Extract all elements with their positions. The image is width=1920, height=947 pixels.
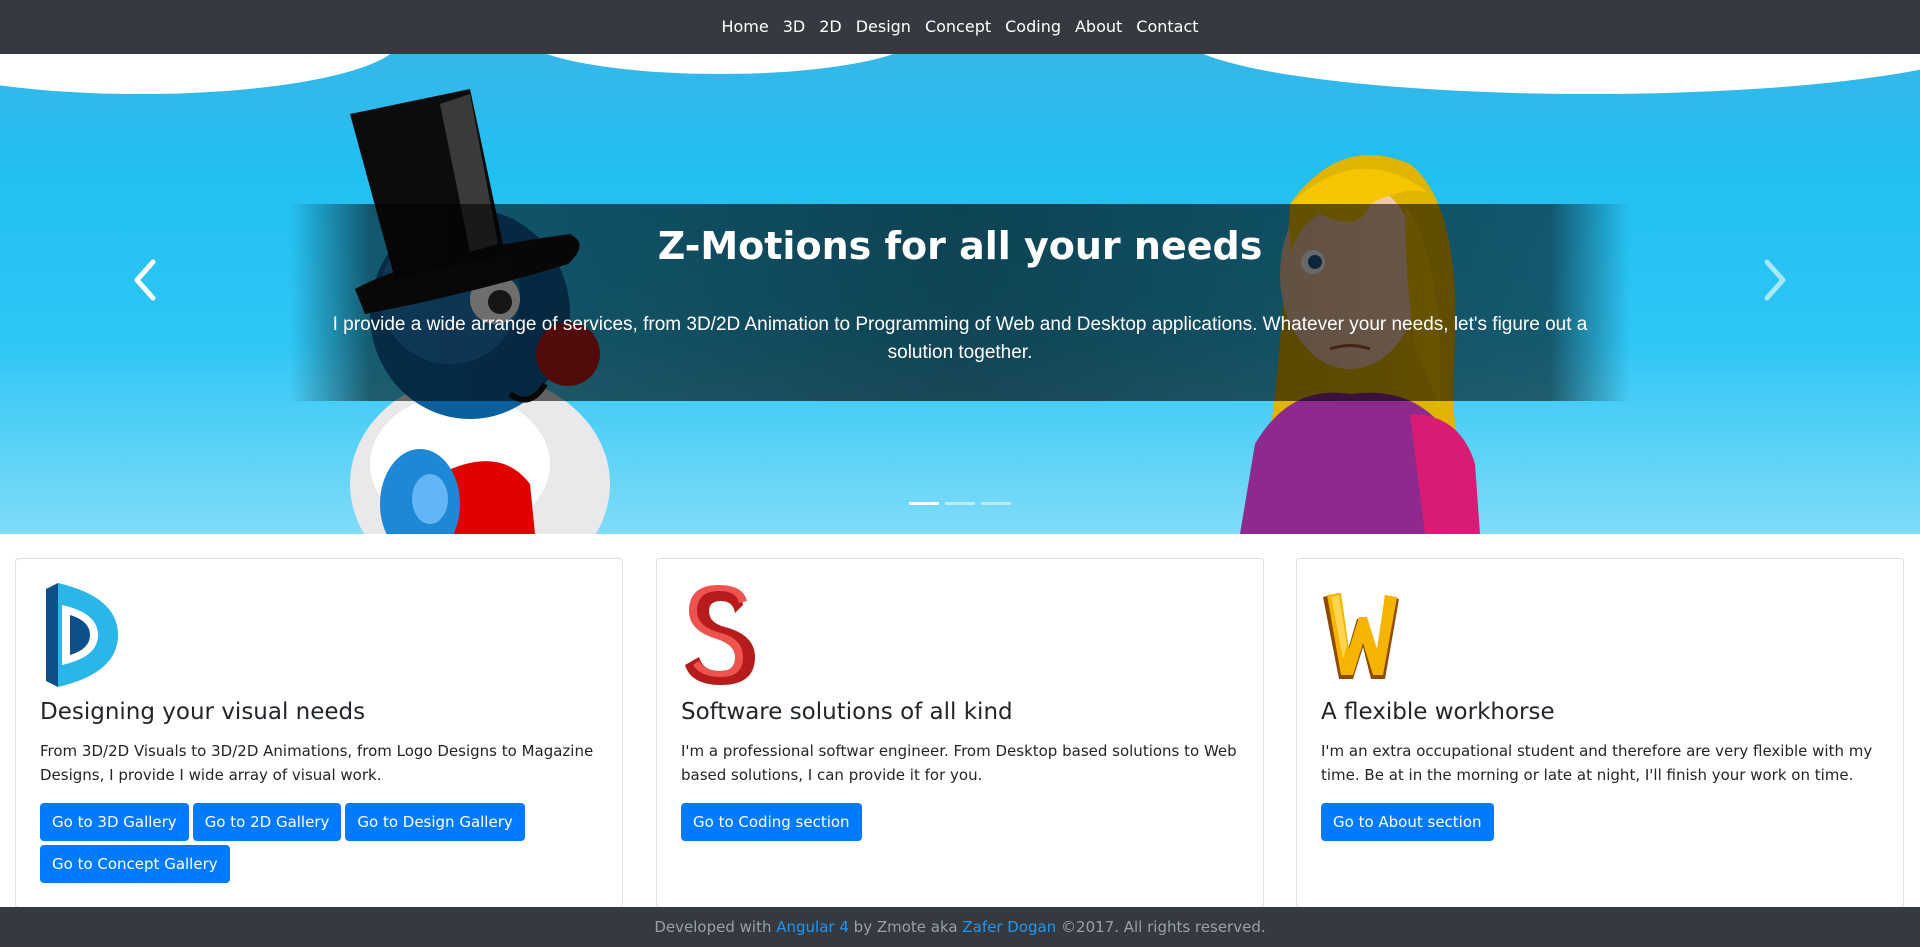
card-title: Software solutions of all kind [681, 699, 1013, 725]
workhorse-card: A flexible workhorse I'm an extra occupa… [1296, 558, 1904, 908]
footer-prefix: Developed with [654, 918, 772, 936]
card-title: Designing your visual needs [40, 699, 366, 725]
go-to-design-gallery-button[interactable]: Go to Design Gallery [345, 803, 525, 841]
button-group: Go to 3D Gallery Go to 2D Gallery Go to … [40, 803, 600, 887]
angular-link[interactable]: Angular 4 [776, 918, 849, 936]
carousel-indicator-1[interactable] [909, 502, 939, 505]
nav-design[interactable]: Design [856, 0, 911, 54]
top-navbar: Home 3D 2D Design Concept Coding About C… [0, 0, 1920, 54]
button-group: Go to Coding section [681, 803, 1241, 845]
footer: Developed with Angular 4 by Zmote aka Za… [0, 907, 1920, 947]
carousel-prev-button[interactable] [125, 250, 165, 310]
card-text: I'm an extra occupational student and th… [1321, 742, 1873, 784]
carousel-next-button[interactable] [1755, 250, 1795, 310]
hero-title: Z-Motions for all your needs [657, 224, 1263, 268]
design-card: Designing your visual needs From 3D/2D V… [15, 558, 623, 908]
go-to-coding-section-button[interactable]: Go to Coding section [681, 803, 862, 841]
letter-d-logo [46, 583, 118, 687]
footer-copyright: ©2017. All rights reserved. [1061, 918, 1266, 936]
author-link[interactable]: Zafer Dogan [962, 918, 1056, 936]
chevron-left-icon [134, 259, 156, 301]
nav-concept[interactable]: Concept [925, 0, 991, 54]
chevron-right-icon [1764, 259, 1786, 301]
card-text: From 3D/2D Visuals to 3D/2D Animations, … [40, 742, 594, 784]
nav-2d[interactable]: 2D [819, 0, 842, 54]
go-to-2d-gallery-button[interactable]: Go to 2D Gallery [192, 803, 342, 841]
hero-carousel: Z-Motions for all your needs I provide a… [0, 54, 1920, 534]
button-group: Go to About section [1321, 803, 1881, 845]
carousel-indicators [0, 502, 1920, 505]
nav-3d[interactable]: 3D [783, 0, 806, 54]
carousel-indicator-2[interactable] [945, 502, 975, 505]
card-text: I'm a professional softwar engineer. Fro… [681, 742, 1237, 784]
letter-s-logo [685, 585, 755, 685]
letter-w-logo [1323, 593, 1399, 679]
card-title: A flexible workhorse [1321, 699, 1555, 725]
nav-coding[interactable]: Coding [1005, 0, 1061, 54]
hero-description: I provide a wide arrange of services, fr… [332, 314, 1588, 363]
software-card: Software solutions of all kind I'm a pro… [656, 558, 1264, 908]
footer-middle: by Zmote aka [853, 918, 958, 936]
carousel-indicator-3[interactable] [981, 502, 1011, 505]
nav-about[interactable]: About [1075, 0, 1122, 54]
go-to-concept-gallery-button[interactable]: Go to Concept Gallery [40, 845, 230, 883]
nav-contact[interactable]: Contact [1136, 0, 1198, 54]
cloud-right [1180, 54, 1920, 94]
nav-home[interactable]: Home [721, 0, 768, 54]
go-to-3d-gallery-button[interactable]: Go to 3D Gallery [40, 803, 189, 841]
go-to-about-section-button[interactable]: Go to About section [1321, 803, 1494, 841]
